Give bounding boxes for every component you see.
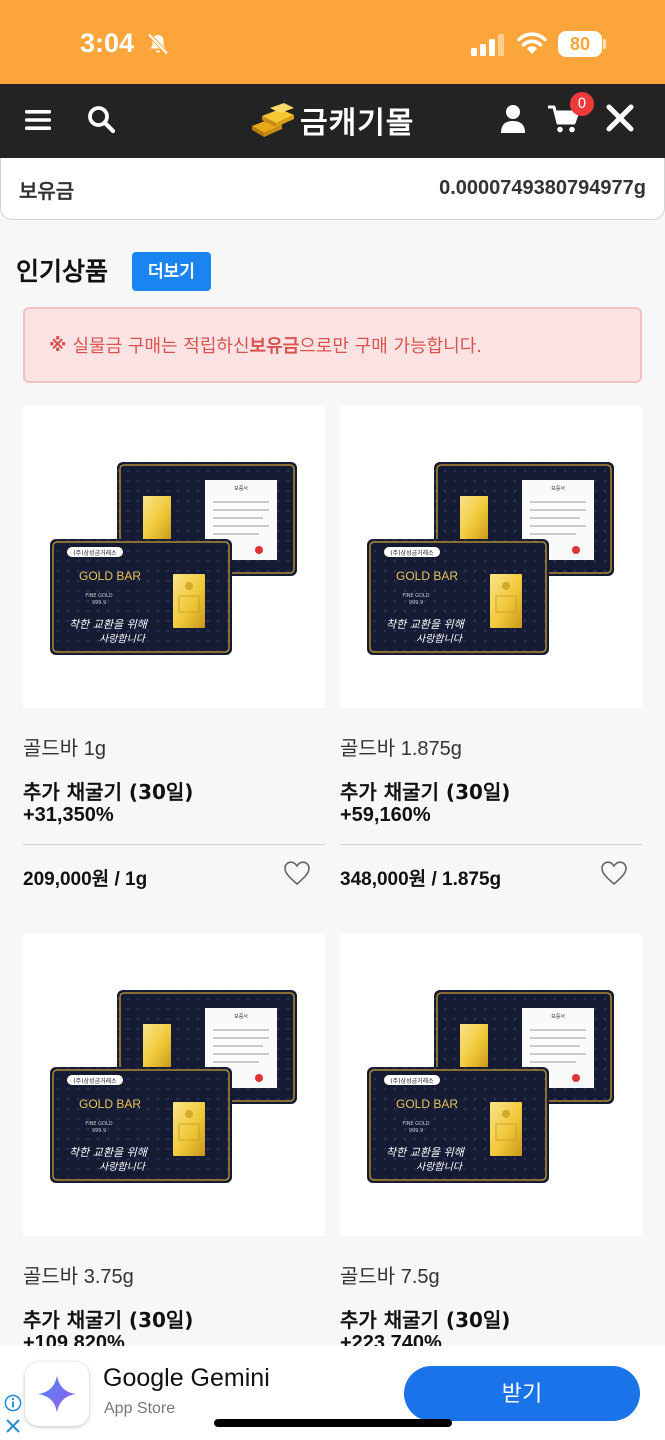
purchase-notice: ※ 실물금 구매는 적립하신 보유금 으로만 구매 가능합니다. xyxy=(23,307,642,383)
svg-text:999.9: 999.9 xyxy=(409,1128,423,1134)
product-image[interactable]: 보증서 (주)삼성금거래소 GOLD BAR FINE GOLD 999.9 착… xyxy=(23,934,325,1236)
svg-text:(주)삼성금거래소: (주)삼성금거래소 xyxy=(73,549,117,557)
product-image[interactable]: 보증서 (주)삼성금거래소 GOLD BAR FINE GOLD 999.9 착… xyxy=(340,934,642,1236)
svg-text:999.9: 999.9 xyxy=(409,600,423,606)
notice-suffix: 으로만 구매 가능합니다. xyxy=(299,336,482,357)
svg-text:착한 교환을 위해: 착한 교환을 위해 xyxy=(69,1146,149,1159)
product-card[interactable]: 보증서 (주)삼성금거래소 GOLD BAR FINE GOLD 999.9 착… xyxy=(23,934,325,1346)
card-divider xyxy=(340,844,642,845)
svg-text:사랑합니다: 사랑합니다 xyxy=(99,633,147,645)
product-card[interactable]: 보증서 (주)삼성금거래소 GOLD BAR FINE GOLD 999.9 착… xyxy=(23,406,325,906)
holdings-value: 0.0000749380794977g xyxy=(439,177,646,199)
product-name: 골드바 3.75g xyxy=(23,1266,134,1288)
search-icon[interactable] xyxy=(86,104,116,134)
svg-text:사랑합니다: 사랑합니다 xyxy=(99,1161,147,1173)
site-logo[interactable]: 금캐기몰 xyxy=(248,98,414,142)
holdings-label: 보유금 xyxy=(19,179,75,203)
svg-text:보증서: 보증서 xyxy=(234,1013,248,1020)
product-name: 골드바 7.5g xyxy=(340,1266,440,1288)
hamburger-menu-icon[interactable] xyxy=(24,106,52,134)
product-percent: +109,820% xyxy=(23,1332,125,1346)
product-price: 348,000원 / 1.875g xyxy=(340,869,502,890)
signal-icon xyxy=(471,34,504,56)
gemini-app-icon[interactable] xyxy=(25,1362,89,1426)
wifi-icon xyxy=(517,32,547,54)
gold-bars-icon xyxy=(252,103,294,137)
svg-text:(주)삼성금거래소: (주)삼성금거래소 xyxy=(390,1077,434,1085)
product-name: 골드바 1g xyxy=(23,738,107,760)
svg-text:999.9: 999.9 xyxy=(92,600,106,606)
product-image[interactable]: 보증서 (주)삼성금거래소 GOLD BAR FINE GOLD 999.9 착… xyxy=(340,406,642,708)
gemini-sparkle-icon xyxy=(38,1375,76,1413)
svg-text:FINE GOLD: FINE GOLD xyxy=(85,593,112,599)
close-icon[interactable] xyxy=(606,104,634,132)
product-subtitle: 추가 채굴기 (30일) xyxy=(23,780,194,804)
svg-text:보증서: 보증서 xyxy=(551,1013,565,1020)
ad-store-label: App Store xyxy=(104,1400,176,1417)
product-subtitle: 추가 채굴기 (30일) xyxy=(340,1308,511,1332)
svg-text:GOLD BAR: GOLD BAR xyxy=(396,569,458,583)
svg-text:사랑합니다: 사랑합니다 xyxy=(416,633,464,645)
logo-text: 금캐기몰 xyxy=(300,106,415,141)
get-app-button[interactable]: 받기 xyxy=(404,1366,640,1421)
more-button[interactable]: 더보기 xyxy=(132,252,211,291)
status-time: 3:04 xyxy=(80,28,135,58)
notice-highlight: 보유금 xyxy=(249,336,300,357)
card-divider xyxy=(23,844,325,845)
gold-holdings-bar: 보유금 0.0000749380794977g xyxy=(0,158,665,220)
svg-text:(주)삼성금거래소: (주)삼성금거래소 xyxy=(390,549,434,557)
svg-text:착한 교환을 위해: 착한 교환을 위해 xyxy=(386,618,466,631)
svg-text:착한 교환을 위해: 착한 교환을 위해 xyxy=(386,1146,466,1159)
product-percent: +31,350% xyxy=(23,804,114,826)
battery-level: 80 xyxy=(558,31,602,57)
svg-text:GOLD BAR: GOLD BAR xyxy=(396,1097,458,1111)
product-name: 골드바 1.875g xyxy=(340,738,462,760)
ad-close-icon[interactable] xyxy=(5,1418,21,1434)
top-nav-bar: 금캐기몰 0 xyxy=(0,84,665,158)
user-icon[interactable] xyxy=(500,104,526,134)
svg-text:보증서: 보증서 xyxy=(234,485,248,492)
product-subtitle: 추가 채굴기 (30일) xyxy=(340,780,511,804)
heart-icon[interactable] xyxy=(600,860,628,886)
product-subtitle: 추가 채굴기 (30일) xyxy=(23,1308,194,1332)
ad-info-icon[interactable] xyxy=(4,1394,22,1412)
notice-mark: ※ xyxy=(49,334,67,356)
status-bar: 3:04 80 xyxy=(0,0,665,84)
product-image[interactable]: 보증서 (주)삼성금거래소 GOLD BAR FINE GOLD 999.9 착… xyxy=(23,406,325,708)
svg-text:FINE GOLD: FINE GOLD xyxy=(402,1121,429,1127)
svg-text:FINE GOLD: FINE GOLD xyxy=(402,593,429,599)
product-card[interactable]: 보증서 (주)삼성금거래소 GOLD BAR FINE GOLD 999.9 착… xyxy=(340,406,642,906)
heart-icon[interactable] xyxy=(283,860,311,886)
svg-text:(주)삼성금거래소: (주)삼성금거래소 xyxy=(73,1077,117,1085)
svg-text:GOLD BAR: GOLD BAR xyxy=(79,569,141,583)
popular-products-title: 인기상품 xyxy=(16,257,109,286)
cart-count-badge: 0 xyxy=(570,92,594,116)
product-price: 209,000원 / 1g xyxy=(23,869,148,890)
ad-title: Google Gemini xyxy=(103,1364,270,1392)
svg-text:사랑합니다: 사랑합니다 xyxy=(416,1161,464,1173)
battery-indicator: 80 xyxy=(558,31,606,57)
product-percent: +59,160% xyxy=(340,804,431,826)
svg-text:착한 교환을 위해: 착한 교환을 위해 xyxy=(69,618,149,631)
notice-prefix: 실물금 구매는 적립하신 xyxy=(72,336,250,357)
svg-text:999.9: 999.9 xyxy=(92,1128,106,1134)
home-indicator xyxy=(214,1419,452,1427)
svg-text:보증서: 보증서 xyxy=(551,485,565,492)
svg-text:FINE GOLD: FINE GOLD xyxy=(85,1121,112,1127)
product-percent: +223,740% xyxy=(340,1332,442,1346)
bell-off-icon xyxy=(147,33,169,55)
product-card[interactable]: 보증서 (주)삼성금거래소 GOLD BAR FINE GOLD 999.9 착… xyxy=(340,934,642,1346)
svg-text:GOLD BAR: GOLD BAR xyxy=(79,1097,141,1111)
